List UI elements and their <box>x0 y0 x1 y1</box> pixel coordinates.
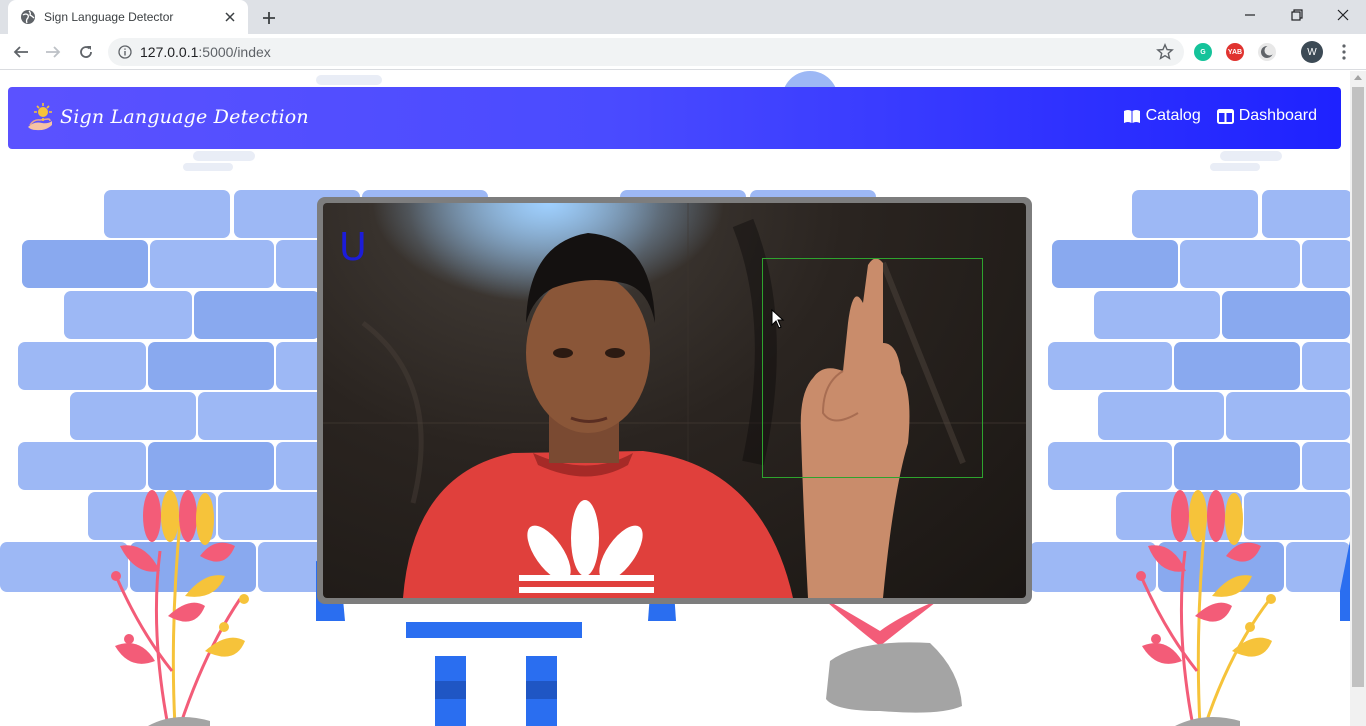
prediction-letter: U <box>339 225 367 269</box>
back-button[interactable] <box>8 39 34 65</box>
brand-title: Sign Language Detection <box>60 106 309 128</box>
yab-icon[interactable]: YAB <box>1226 43 1244 61</box>
plus-icon <box>263 12 275 24</box>
minimize-icon <box>1245 14 1255 16</box>
mouse-cursor-icon <box>771 309 785 329</box>
forward-icon <box>46 46 61 58</box>
nav-links: Catalog Dashboard <box>1107 107 1317 125</box>
columns-icon <box>1216 108 1234 124</box>
close-icon[interactable] <box>222 9 238 25</box>
restore-icon <box>1291 9 1303 21</box>
window-close-button[interactable] <box>1320 0 1366 30</box>
star-icon[interactable] <box>1156 43 1174 61</box>
new-tab-button[interactable] <box>258 7 280 29</box>
nav-link-catalog[interactable]: Catalog <box>1123 107 1201 125</box>
hand-roi-box <box>762 258 983 478</box>
reload-button[interactable] <box>73 39 99 65</box>
more-icon[interactable] <box>1335 41 1353 63</box>
reload-icon <box>80 46 92 58</box>
dark-mode-icon[interactable] <box>1258 43 1276 61</box>
brand[interactable]: Sign Language Detection <box>24 101 309 133</box>
tab-title: Sign Language Detector <box>44 10 174 24</box>
restore-button[interactable] <box>1274 0 1320 30</box>
url-text[interactable]: 127.0.0.1:5000/index <box>140 44 271 60</box>
forward-button[interactable] <box>40 39 66 65</box>
hand-logo-icon <box>28 103 52 131</box>
avatar[interactable]: W <box>1301 41 1323 63</box>
page-content: Sign Language Detection Catalog Dashboar… <box>0 71 1350 726</box>
address-bar[interactable]: 127.0.0.1:5000/index <box>108 38 1184 66</box>
page-scrollbar[interactable] <box>1350 71 1366 726</box>
grammarly-icon[interactable]: G <box>1194 43 1212 61</box>
back-icon <box>13 46 28 58</box>
window-close-icon <box>1337 9 1349 21</box>
info-icon[interactable] <box>118 45 132 59</box>
video-frame: U <box>317 197 1032 604</box>
tab-strip: Sign Language Detector <box>0 0 1366 34</box>
top-navbar: Sign Language Detection Catalog Dashboar… <box>8 87 1341 149</box>
browser-tab[interactable]: Sign Language Detector <box>8 0 248 34</box>
nav-link-label: Dashboard <box>1238 107 1317 124</box>
scroll-up-icon[interactable] <box>1354 75 1362 80</box>
browser-toolbar: 127.0.0.1:5000/index G YAB W <box>0 34 1366 70</box>
book-icon <box>1123 109 1140 123</box>
scroll-thumb[interactable] <box>1352 87 1364 687</box>
nav-link-label: Catalog <box>1145 107 1201 124</box>
minimize-button[interactable] <box>1227 0 1273 30</box>
nav-link-dashboard[interactable]: Dashboard <box>1216 107 1317 125</box>
globe-icon <box>21 10 35 24</box>
webcam-feed: U <box>323 203 1026 598</box>
